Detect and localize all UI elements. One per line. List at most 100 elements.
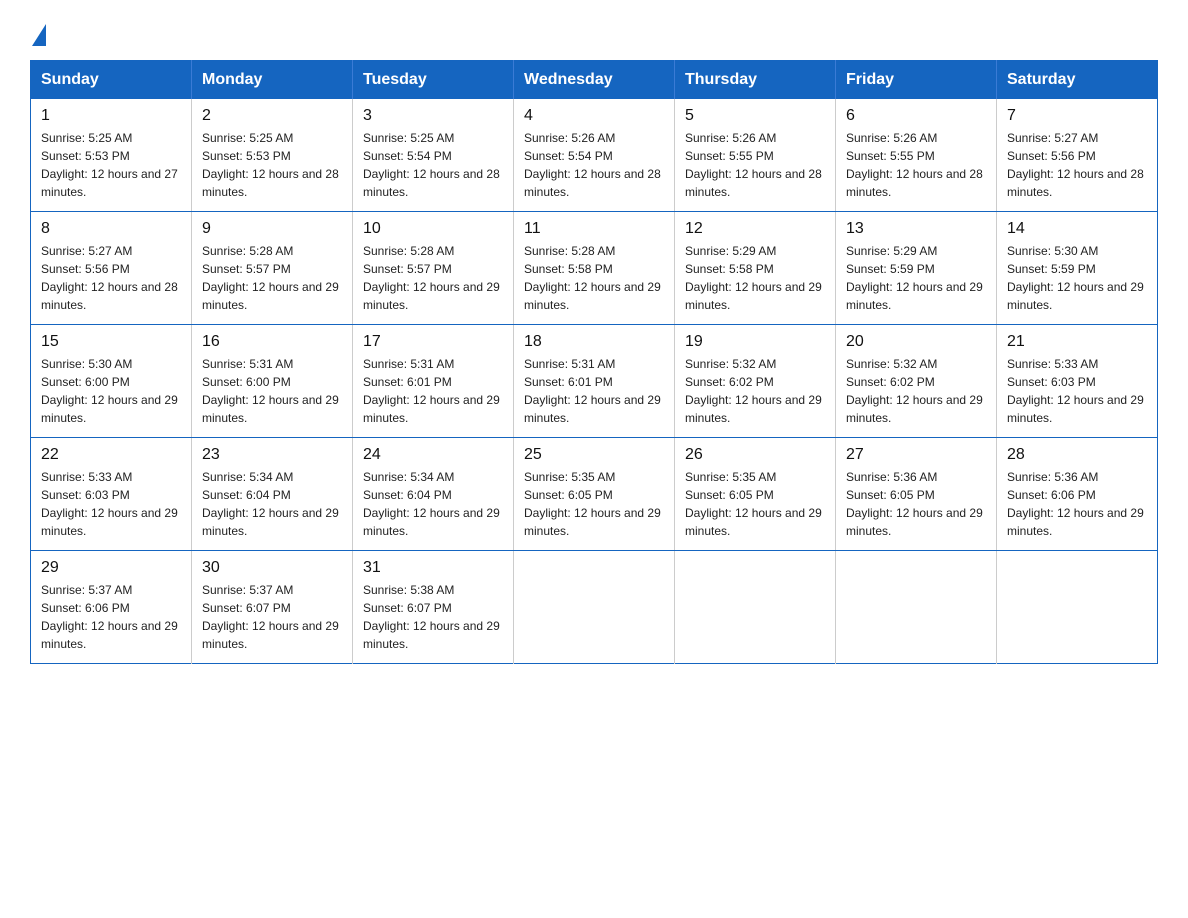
col-header-sunday: Sunday	[31, 61, 192, 100]
day-number: 25	[524, 446, 664, 464]
calendar-cell: 8 Sunrise: 5:27 AMSunset: 5:56 PMDaylight…	[31, 212, 192, 325]
calendar-cell: 2 Sunrise: 5:25 AMSunset: 5:53 PMDaylight…	[192, 99, 353, 212]
day-number: 1	[41, 107, 181, 125]
calendar-cell: 12 Sunrise: 5:29 AMSunset: 5:58 PMDayligh…	[675, 212, 836, 325]
calendar-week-row: 1 Sunrise: 5:25 AMSunset: 5:53 PMDaylight…	[31, 99, 1158, 212]
day-info: Sunrise: 5:35 AMSunset: 6:05 PMDaylight:…	[524, 468, 664, 540]
day-number: 12	[685, 220, 825, 238]
day-info: Sunrise: 5:32 AMSunset: 6:02 PMDaylight:…	[685, 355, 825, 427]
day-number: 26	[685, 446, 825, 464]
day-number: 7	[1007, 107, 1147, 125]
calendar-cell: 20Sunrise: 5:32 AMSunset: 6:02 PMDayligh…	[836, 325, 997, 438]
calendar-cell	[514, 551, 675, 664]
day-info: Sunrise: 5:26 AMSunset: 5:55 PMDaylight:…	[685, 129, 825, 201]
day-number: 8	[41, 220, 181, 238]
calendar-cell: 25 Sunrise: 5:35 AMSunset: 6:05 PMDayligh…	[514, 438, 675, 551]
day-number: 27	[846, 446, 986, 464]
col-header-saturday: Saturday	[997, 61, 1158, 100]
calendar-cell: 22 Sunrise: 5:33 AMSunset: 6:03 PMDayligh…	[31, 438, 192, 551]
day-number: 28	[1007, 446, 1147, 464]
day-info: Sunrise: 5:26 AMSunset: 5:55 PMDaylight:…	[846, 129, 986, 201]
day-number: 13	[846, 220, 986, 238]
calendar-cell: 13 Sunrise: 5:29 AMSunset: 5:59 PMDayligh…	[836, 212, 997, 325]
day-info: Sunrise: 5:35 AMSunset: 6:05 PMDaylight:…	[685, 468, 825, 540]
calendar-cell: 23 Sunrise: 5:34 AMSunset: 6:04 PMDayligh…	[192, 438, 353, 551]
calendar-cell	[675, 551, 836, 664]
calendar-cell: 3 Sunrise: 5:25 AMSunset: 5:54 PMDaylight…	[353, 99, 514, 212]
calendar-cell: 4Sunrise: 5:26 AMSunset: 5:54 PMDaylight…	[514, 99, 675, 212]
col-header-thursday: Thursday	[675, 61, 836, 100]
day-info: Sunrise: 5:36 AMSunset: 6:05 PMDaylight:…	[846, 468, 986, 540]
day-info: Sunrise: 5:37 AMSunset: 6:06 PMDaylight:…	[41, 581, 181, 653]
calendar-cell: 11 Sunrise: 5:28 AMSunset: 5:58 PMDayligh…	[514, 212, 675, 325]
logo-triangle-icon	[32, 24, 46, 46]
calendar-cell: 5Sunrise: 5:26 AMSunset: 5:55 PMDaylight…	[675, 99, 836, 212]
page-header	[30, 20, 1158, 42]
calendar-cell: 6 Sunrise: 5:26 AMSunset: 5:55 PMDaylight…	[836, 99, 997, 212]
day-number: 2	[202, 107, 342, 125]
day-info: Sunrise: 5:29 AMSunset: 5:58 PMDaylight:…	[685, 242, 825, 314]
calendar-header-row: SundayMondayTuesdayWednesdayThursdayFrid…	[31, 61, 1158, 100]
day-info: Sunrise: 5:31 AMSunset: 6:01 PMDaylight:…	[363, 355, 503, 427]
day-number: 24	[363, 446, 503, 464]
day-number: 18	[524, 333, 664, 351]
calendar-cell: 24 Sunrise: 5:34 AMSunset: 6:04 PMDayligh…	[353, 438, 514, 551]
day-info: Sunrise: 5:28 AMSunset: 5:57 PMDaylight:…	[363, 242, 503, 314]
calendar-cell: 29 Sunrise: 5:37 AMSunset: 6:06 PMDayligh…	[31, 551, 192, 664]
col-header-wednesday: Wednesday	[514, 61, 675, 100]
calendar-cell: 7 Sunrise: 5:27 AMSunset: 5:56 PMDaylight…	[997, 99, 1158, 212]
day-number: 29	[41, 559, 181, 577]
day-number: 20	[846, 333, 986, 351]
day-number: 6	[846, 107, 986, 125]
logo	[30, 20, 48, 42]
day-number: 31	[363, 559, 503, 577]
day-info: Sunrise: 5:34 AMSunset: 6:04 PMDaylight:…	[363, 468, 503, 540]
col-header-tuesday: Tuesday	[353, 61, 514, 100]
day-info: Sunrise: 5:25 AMSunset: 5:53 PMDaylight:…	[202, 129, 342, 201]
calendar-cell: 16 Sunrise: 5:31 AMSunset: 6:00 PMDayligh…	[192, 325, 353, 438]
day-info: Sunrise: 5:30 AMSunset: 5:59 PMDaylight:…	[1007, 242, 1147, 314]
calendar-cell: 30 Sunrise: 5:37 AMSunset: 6:07 PMDayligh…	[192, 551, 353, 664]
calendar-cell: 17 Sunrise: 5:31 AMSunset: 6:01 PMDayligh…	[353, 325, 514, 438]
day-number: 30	[202, 559, 342, 577]
calendar-week-row: 8 Sunrise: 5:27 AMSunset: 5:56 PMDaylight…	[31, 212, 1158, 325]
day-info: Sunrise: 5:33 AMSunset: 6:03 PMDaylight:…	[41, 468, 181, 540]
day-info: Sunrise: 5:27 AMSunset: 5:56 PMDaylight:…	[41, 242, 181, 314]
calendar-cell	[997, 551, 1158, 664]
day-info: Sunrise: 5:31 AMSunset: 6:00 PMDaylight:…	[202, 355, 342, 427]
day-info: Sunrise: 5:28 AMSunset: 5:58 PMDaylight:…	[524, 242, 664, 314]
calendar-cell: 1Sunrise: 5:25 AMSunset: 5:53 PMDaylight…	[31, 99, 192, 212]
day-info: Sunrise: 5:36 AMSunset: 6:06 PMDaylight:…	[1007, 468, 1147, 540]
day-info: Sunrise: 5:30 AMSunset: 6:00 PMDaylight:…	[41, 355, 181, 427]
day-number: 14	[1007, 220, 1147, 238]
day-info: Sunrise: 5:33 AMSunset: 6:03 PMDaylight:…	[1007, 355, 1147, 427]
day-number: 19	[685, 333, 825, 351]
day-number: 3	[363, 107, 503, 125]
day-number: 10	[363, 220, 503, 238]
day-info: Sunrise: 5:29 AMSunset: 5:59 PMDaylight:…	[846, 242, 986, 314]
calendar-cell: 27 Sunrise: 5:36 AMSunset: 6:05 PMDayligh…	[836, 438, 997, 551]
day-info: Sunrise: 5:26 AMSunset: 5:54 PMDaylight:…	[524, 129, 664, 201]
calendar-table: SundayMondayTuesdayWednesdayThursdayFrid…	[30, 60, 1158, 664]
calendar-week-row: 22 Sunrise: 5:33 AMSunset: 6:03 PMDayligh…	[31, 438, 1158, 551]
day-info: Sunrise: 5:28 AMSunset: 5:57 PMDaylight:…	[202, 242, 342, 314]
day-info: Sunrise: 5:37 AMSunset: 6:07 PMDaylight:…	[202, 581, 342, 653]
calendar-cell: 9Sunrise: 5:28 AMSunset: 5:57 PMDaylight…	[192, 212, 353, 325]
day-number: 21	[1007, 333, 1147, 351]
day-number: 17	[363, 333, 503, 351]
day-info: Sunrise: 5:27 AMSunset: 5:56 PMDaylight:…	[1007, 129, 1147, 201]
col-header-monday: Monday	[192, 61, 353, 100]
calendar-cell	[836, 551, 997, 664]
day-number: 11	[524, 220, 664, 238]
day-info: Sunrise: 5:34 AMSunset: 6:04 PMDaylight:…	[202, 468, 342, 540]
calendar-week-row: 29 Sunrise: 5:37 AMSunset: 6:06 PMDayligh…	[31, 551, 1158, 664]
day-number: 22	[41, 446, 181, 464]
calendar-week-row: 15Sunrise: 5:30 AMSunset: 6:00 PMDayligh…	[31, 325, 1158, 438]
calendar-cell: 18Sunrise: 5:31 AMSunset: 6:01 PMDayligh…	[514, 325, 675, 438]
calendar-cell: 14 Sunrise: 5:30 AMSunset: 5:59 PMDayligh…	[997, 212, 1158, 325]
day-number: 23	[202, 446, 342, 464]
calendar-cell: 31Sunrise: 5:38 AMSunset: 6:07 PMDayligh…	[353, 551, 514, 664]
col-header-friday: Friday	[836, 61, 997, 100]
day-number: 16	[202, 333, 342, 351]
day-info: Sunrise: 5:25 AMSunset: 5:54 PMDaylight:…	[363, 129, 503, 201]
